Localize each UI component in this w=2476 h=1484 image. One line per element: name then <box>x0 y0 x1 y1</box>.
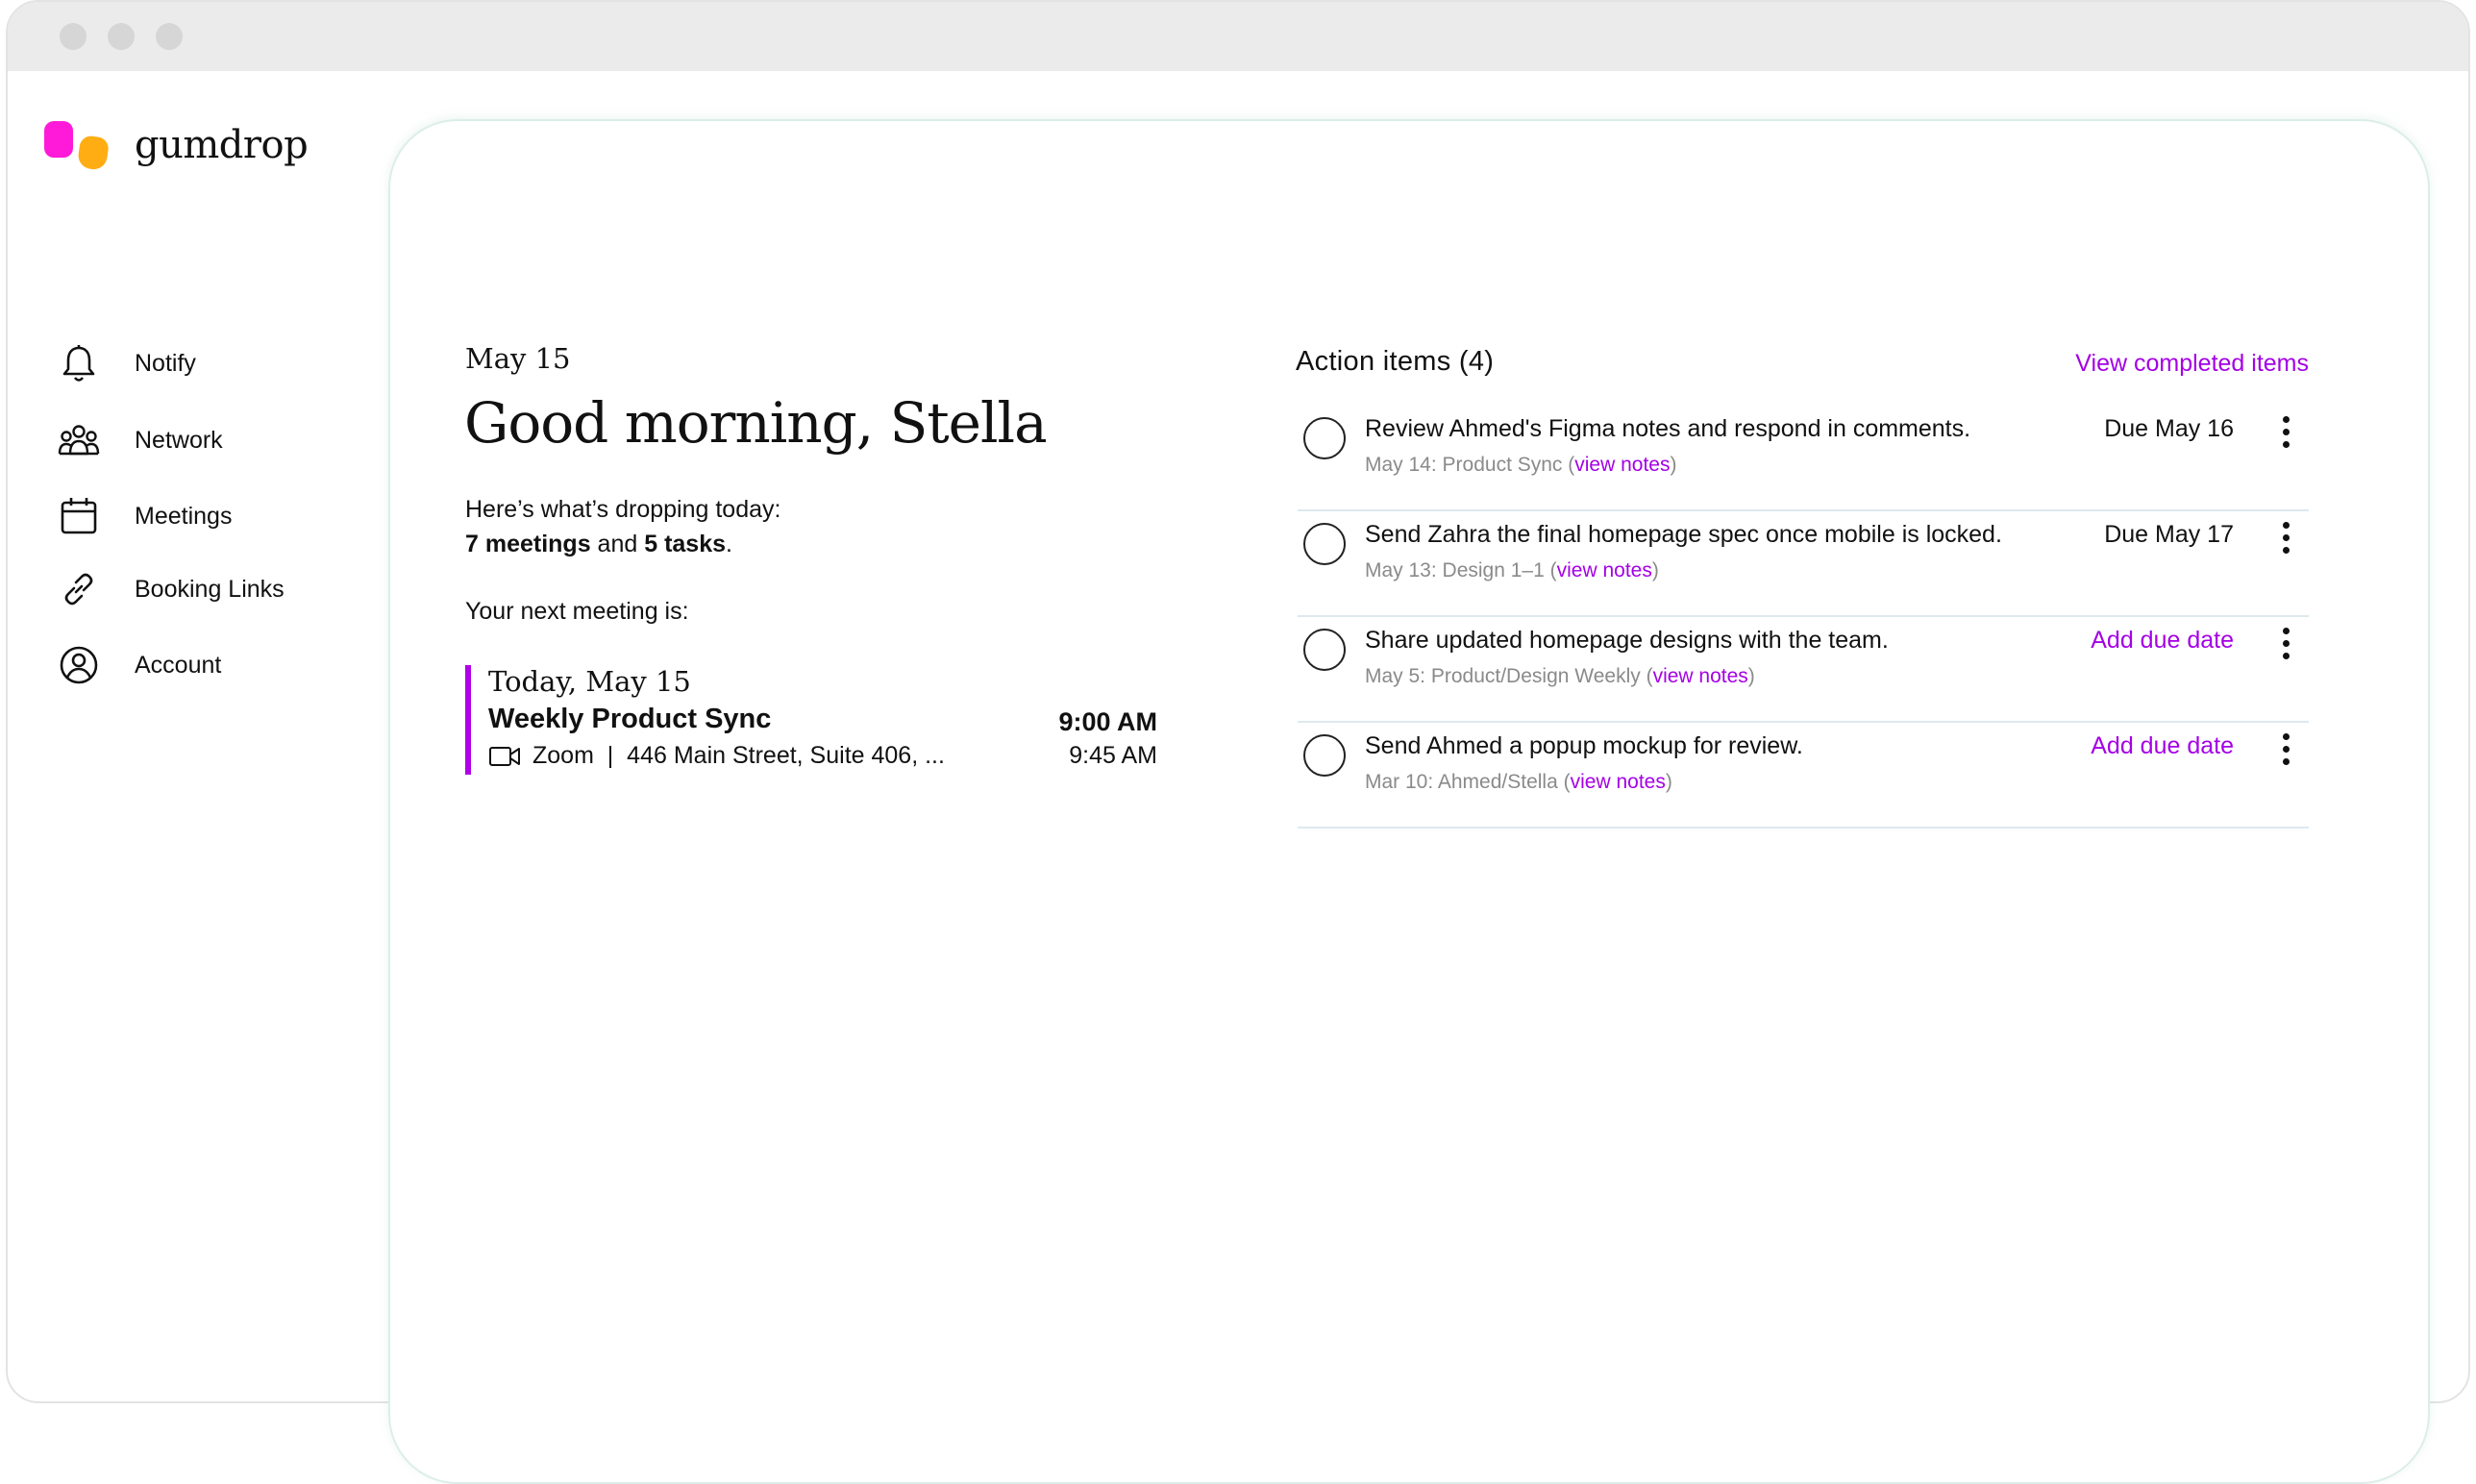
meeting-title: Weekly Product Sync <box>488 704 772 734</box>
action-item-row: Send Zahra the final homepage spec once … <box>1298 511 2309 617</box>
daily-summary: Here’s what’s dropping today: 7 meetings… <box>465 492 780 561</box>
more-options-icon[interactable] <box>2276 625 2295 667</box>
calendar-icon <box>61 498 97 534</box>
summary-counts: 7 meetings and 5 tasks. <box>465 527 780 561</box>
next-meeting-card[interactable]: Today, May 15 Weekly Product Sync Zoom |… <box>465 665 1157 775</box>
source-close: ) <box>1747 665 1755 687</box>
next-meeting-label: Your next meeting is: <box>465 598 689 625</box>
action-item-row: Review Ahmed's Figma notes and respond i… <box>1298 406 2309 511</box>
source-text: May 13: Design 1–1 ( <box>1365 559 1557 581</box>
tasks-count[interactable]: 5 tasks <box>644 531 726 557</box>
source-close: ) <box>1665 771 1672 793</box>
action-item-source: May 14: Product Sync (view notes) <box>1365 454 1676 477</box>
user-circle-icon <box>60 646 98 684</box>
link-icon <box>64 573 93 606</box>
video-camera-icon <box>489 746 520 766</box>
logo-orange-drop <box>76 135 111 171</box>
view-notes-link[interactable]: view notes <box>1557 559 1652 581</box>
logo-pink-drop <box>44 121 73 158</box>
people-icon <box>58 425 100 456</box>
source-close: ) <box>1651 559 1659 581</box>
source-text: Mar 10: Ahmed/Stella ( <box>1365 771 1571 793</box>
summary-period: . <box>726 531 732 557</box>
window-maximize-dot[interactable] <box>156 23 183 50</box>
action-item-text: Review Ahmed's Figma notes and respond i… <box>1365 415 1971 442</box>
page-title: Good morning, Stella <box>464 390 1048 456</box>
sidebar-item-label: Meetings <box>135 502 233 530</box>
meeting-date: Today, May 15 <box>488 665 691 698</box>
complete-checkbox[interactable] <box>1303 629 1346 671</box>
window-close-dot[interactable] <box>60 23 87 50</box>
view-notes-link[interactable]: view notes <box>1653 665 1748 687</box>
complete-checkbox[interactable] <box>1303 417 1346 459</box>
summary-and: and <box>590 531 645 557</box>
sidebar-item-label: Network <box>135 426 223 454</box>
complete-checkbox[interactable] <box>1303 523 1346 565</box>
window-minimize-dot[interactable] <box>108 23 135 50</box>
action-item-source: Mar 10: Ahmed/Stella (view notes) <box>1365 771 1672 794</box>
source-text: May 5: Product/Design Weekly ( <box>1365 665 1653 687</box>
action-items-title: Action items (4) <box>1296 346 1495 377</box>
window-titlebar <box>8 2 2468 71</box>
source-close: ) <box>1670 454 1677 476</box>
brand-name[interactable]: gumdrop <box>135 123 309 167</box>
action-item-source: May 13: Design 1–1 (view notes) <box>1365 559 1659 582</box>
action-item-text: Send Ahmed a popup mockup for review. <box>1365 732 1803 759</box>
sidebar-item-account[interactable]: Account <box>58 638 346 692</box>
sidebar-item-meetings[interactable]: Meetings <box>58 489 346 543</box>
gumdrop-logo-icon[interactable] <box>44 121 115 173</box>
add-due-date-button[interactable]: Add due date <box>2091 732 2234 760</box>
due-date[interactable]: Due May 16 <box>2104 415 2234 443</box>
sidebar-item-label: Account <box>135 651 222 679</box>
action-item-source: May 5: Product/Design Weekly (view notes… <box>1365 665 1755 688</box>
action-item-text: Send Zahra the final homepage spec once … <box>1365 521 2002 548</box>
add-due-date-button[interactable]: Add due date <box>2091 627 2234 655</box>
view-notes-link[interactable]: view notes <box>1571 771 1666 793</box>
more-options-icon[interactable] <box>2276 519 2295 561</box>
meeting-end-time: 9:45 AM <box>1069 742 1157 769</box>
action-item-text: Share updated homepage designs with the … <box>1365 627 1889 654</box>
due-date[interactable]: Due May 17 <box>2104 521 2234 549</box>
view-notes-link[interactable]: view notes <box>1574 454 1670 476</box>
meetings-count[interactable]: 7 meetings <box>465 531 591 557</box>
action-item-row: Send Ahmed a popup mockup for review. Ma… <box>1298 723 2309 829</box>
sidebar-item-notify[interactable]: Notify <box>58 336 346 390</box>
meeting-location: Zoom | 446 Main Street, Suite 406, ... <box>488 742 945 770</box>
meeting-location-text: Zoom | 446 Main Street, Suite 406, ... <box>532 742 945 769</box>
meeting-start-time: 9:00 AM <box>1058 707 1157 736</box>
complete-checkbox[interactable] <box>1303 734 1346 777</box>
view-completed-items-link[interactable]: View completed items <box>2075 350 2309 378</box>
source-text: May 14: Product Sync ( <box>1365 454 1575 476</box>
sidebar-item-network[interactable]: Network <box>58 413 346 467</box>
current-date: May 15 <box>465 342 571 375</box>
summary-intro: Here’s what’s dropping today: <box>465 496 781 523</box>
more-options-icon[interactable] <box>2276 413 2295 456</box>
action-item-row: Share updated homepage designs with the … <box>1298 617 2309 723</box>
more-options-icon[interactable] <box>2276 730 2295 773</box>
bell-icon <box>62 345 95 382</box>
sidebar-item-booking-links[interactable]: Booking Links <box>58 562 346 616</box>
sidebar-item-label: Booking Links <box>135 575 285 603</box>
sidebar-item-label: Notify <box>135 349 196 377</box>
